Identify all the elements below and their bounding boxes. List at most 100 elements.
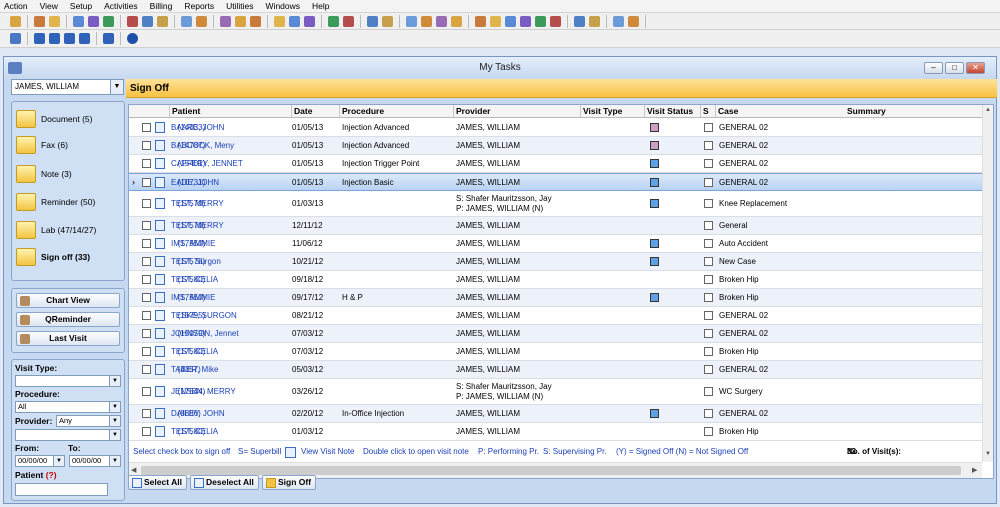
toolbar-tool-icon[interactable] (343, 15, 354, 27)
patient-link[interactable]: EADE, JOHN (10731) (171, 178, 219, 187)
superbill-checkbox[interactable] (704, 365, 713, 374)
toolbar-tool-icon[interactable] (535, 15, 546, 27)
superbill-checkbox[interactable] (704, 427, 713, 436)
sign-off-checkbox[interactable] (142, 141, 151, 150)
patient-link[interactable]: CAFFERY, JENNET (15401) (171, 159, 243, 168)
table-row[interactable]: CAFFERY, JENNET (15401) 01/05/13 Injection… (129, 155, 982, 173)
view-note-icon[interactable] (155, 346, 165, 357)
menu-windows[interactable]: Windows (266, 1, 300, 11)
chevron-down-icon[interactable]: ▼ (109, 416, 120, 426)
patient-link[interactable]: TEST, MERRY (17570) (171, 199, 224, 208)
column-summary[interactable]: Summary (845, 105, 886, 117)
column-date[interactable]: Date (291, 105, 312, 117)
chevron-down-icon[interactable]: ▼ (109, 402, 120, 412)
toolbar-tool-icon[interactable] (274, 15, 285, 27)
category-reminder[interactable]: Reminder (50) (16, 193, 95, 211)
patient-hint[interactable]: (?) (46, 470, 57, 480)
superbill-checkbox[interactable] (704, 239, 713, 248)
toolbar-tool-icon[interactable] (505, 15, 516, 27)
table-row[interactable]: TEST, Surgon (17578) 10/21/12 JAMES, WILLI… (129, 253, 982, 271)
provider-select[interactable]: Any ▼ (56, 415, 121, 427)
chart-view-button[interactable]: Chart View (16, 293, 120, 308)
patient-link[interactable]: TESKE, SURGON (15795) (171, 311, 237, 320)
sign-off-checkbox[interactable] (142, 387, 151, 396)
toolbar-tool-icon[interactable] (157, 15, 168, 27)
chevron-down-icon[interactable]: ▼ (53, 456, 64, 466)
view-note-icon[interactable] (155, 238, 165, 249)
to-date-input[interactable]: 00/00/00 ▼ (69, 455, 121, 467)
table-row[interactable]: TEST, MERRY (17570) 01/03/13 S: Shafer Mau… (129, 191, 982, 217)
toolbar-tool-icon[interactable] (520, 15, 531, 27)
last-record-icon[interactable] (79, 33, 90, 44)
patient-link[interactable]: IMS, AMMIE (17550) (171, 239, 215, 248)
superbill-checkbox[interactable] (704, 123, 713, 132)
close-button[interactable]: ✕ (966, 62, 985, 74)
chevron-down-icon[interactable]: ▼ (109, 456, 120, 466)
toolbar-tool-icon[interactable] (367, 15, 378, 27)
last-visit-button[interactable]: Last Visit (16, 331, 120, 346)
sign-off-checkbox[interactable] (142, 347, 151, 356)
toolbar-tool-icon[interactable] (73, 15, 84, 27)
category-fax[interactable]: Fax (6) (16, 136, 68, 154)
table-row[interactable]: › EADE, JOHN (10731) 01/05/13 Injection Bas… (129, 173, 982, 191)
scroll-thumb[interactable] (141, 466, 961, 475)
menu-activities[interactable]: Activities (104, 1, 138, 11)
table-row[interactable]: TEST, CELIA (17580) 09/18/12 JAMES, WILLIA… (129, 271, 982, 289)
column-superbill[interactable]: S (700, 105, 709, 117)
patient-link[interactable]: BABCOCK, Meny (14787) (171, 141, 234, 150)
menu-help[interactable]: Help (312, 1, 329, 11)
category-note[interactable]: Note (3) (16, 165, 72, 183)
view-note-icon[interactable] (155, 292, 165, 303)
superbill-checkbox[interactable] (704, 275, 713, 284)
view-note-icon[interactable] (155, 386, 165, 397)
patient-link[interactable]: TABER, Mike (4357) (171, 365, 218, 374)
view-note-icon[interactable] (155, 426, 165, 437)
superbill-checkbox[interactable] (704, 293, 713, 302)
superbill-checkbox[interactable] (704, 199, 713, 208)
sign-off-checkbox[interactable] (142, 123, 151, 132)
superbill-checkbox[interactable] (704, 257, 713, 266)
sign-off-button[interactable]: Sign Off (262, 475, 317, 490)
view-note-icon[interactable] (155, 122, 165, 133)
patient-input[interactable] (15, 483, 108, 496)
patient-link[interactable]: TEST, CELIA (17580) (171, 275, 218, 284)
deselect-all-button[interactable]: Deselect All (190, 475, 259, 490)
view-note-icon[interactable] (155, 140, 165, 151)
chevron-down-icon[interactable]: ▼ (109, 376, 120, 386)
sign-off-checkbox[interactable] (142, 239, 151, 248)
view-note-icon[interactable] (155, 310, 165, 321)
toolbar-tool-icon[interactable] (490, 15, 501, 27)
restore-button[interactable]: □ (945, 62, 964, 74)
toolbar-tool-icon[interactable] (304, 15, 315, 27)
first-record-icon[interactable] (34, 33, 45, 44)
procedure-select[interactable]: All ▼ (15, 401, 121, 413)
view-note-icon[interactable] (155, 274, 165, 285)
visit-type-select[interactable]: ▼ (15, 375, 121, 387)
table-row[interactable]: TEST, CELIA (17580) 07/03/12 JAMES, WILLIA… (129, 343, 982, 361)
toolbar-tool-icon[interactable] (289, 15, 300, 27)
sign-off-checkbox[interactable] (142, 221, 151, 230)
sign-off-checkbox[interactable] (142, 365, 151, 374)
sign-off-checkbox[interactable] (142, 329, 151, 338)
table-row[interactable]: IMS, AMMIE (17550) 09/17/12 H & P JAMES, WI… (129, 289, 982, 307)
patient-link[interactable]: DAILEY, JOHN (8886) (171, 409, 225, 418)
view-note-icon[interactable] (155, 408, 165, 419)
patient-link[interactable]: TEST, CELIA (17580) (171, 427, 218, 436)
table-row[interactable]: TEST, CELIA (17580) 01/03/12 JAMES, WILLIA… (129, 423, 982, 441)
patient-link[interactable]: JOHNSON, Jennet (15079) (171, 329, 239, 338)
table-row[interactable]: TESKE, SURGON (15795) 08/21/12 JAMES, WILL… (129, 307, 982, 325)
scroll-up-icon[interactable]: ▲ (985, 107, 991, 113)
patient-link[interactable]: TEST, CELIA (17580) (171, 347, 218, 356)
user-select[interactable]: JAMES, WILLIAM ▼ (11, 79, 124, 95)
patient-link[interactable]: BAARE, JOHN (14033) (171, 123, 224, 132)
superbill-checkbox[interactable] (704, 347, 713, 356)
scroll-down-icon[interactable]: ▼ (985, 451, 991, 457)
toolbar-tool-icon[interactable] (382, 15, 393, 27)
category-lab[interactable]: Lab (47/14/27) (16, 221, 96, 239)
menu-billing[interactable]: Billing (150, 1, 173, 11)
table-row[interactable]: JOHNSON, Jennet (15079) 07/03/12 JAMES, WI… (129, 325, 982, 343)
superbill-checkbox[interactable] (704, 141, 713, 150)
sign-off-checkbox[interactable] (142, 257, 151, 266)
toolbar-tool-icon[interactable] (103, 15, 114, 27)
sign-off-checkbox[interactable] (142, 159, 151, 168)
